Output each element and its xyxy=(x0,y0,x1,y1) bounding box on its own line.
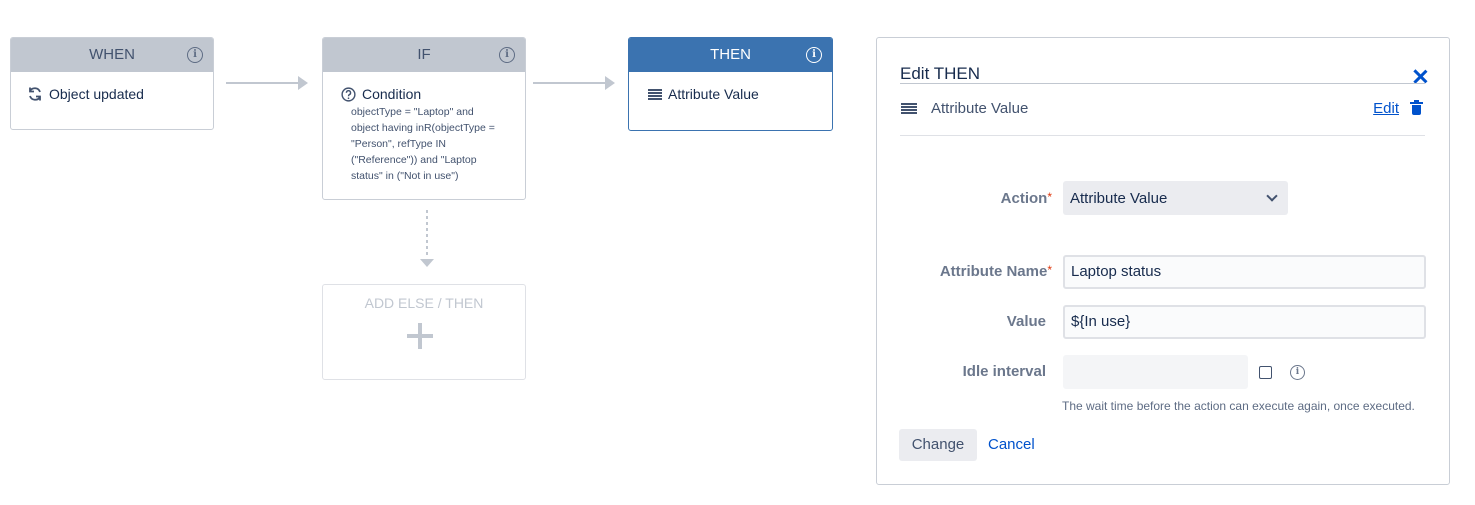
else-connector-arrow xyxy=(420,210,434,267)
action-select[interactable]: Attribute Value xyxy=(1063,181,1288,215)
then-card[interactable]: THEN i Attribute Value xyxy=(628,37,833,131)
condition-text: objectType = "Laptop" and object having … xyxy=(323,102,525,184)
arrow-when-to-if xyxy=(226,76,308,90)
idle-interval-input[interactable] xyxy=(1063,355,1248,389)
change-button[interactable]: Change xyxy=(899,429,977,461)
list-icon xyxy=(648,88,662,100)
condition-line: object having inR(objectType = xyxy=(351,122,495,134)
when-trigger-label: Object updated xyxy=(49,86,144,102)
add-else-label: ADD ELSE / THEN xyxy=(364,295,484,311)
condition-line: objectType = "Laptop" and xyxy=(351,106,474,118)
edit-then-panel: Edit THEN Attribute Value Edit Action* A… xyxy=(876,37,1450,485)
then-action-label: Attribute Value xyxy=(668,86,759,102)
trash-icon[interactable] xyxy=(1410,100,1423,116)
if-condition-row[interactable]: Condition xyxy=(323,72,525,102)
info-icon[interactable]: i xyxy=(1290,365,1305,380)
cancel-button[interactable]: Cancel xyxy=(988,436,1035,453)
section-divider xyxy=(900,135,1425,136)
attribute-name-label: Attribute Name* xyxy=(939,263,1052,280)
list-icon xyxy=(901,102,917,115)
panel-title: Edit THEN xyxy=(900,64,980,83)
then-card-header: THEN i xyxy=(629,38,832,72)
action-label: Action* xyxy=(1000,190,1052,207)
selected-action-row: Attribute Value xyxy=(901,100,1028,117)
refresh-icon xyxy=(29,87,41,101)
value-input[interactable]: ${In use} xyxy=(1063,305,1426,339)
when-card[interactable]: WHEN i Object updated xyxy=(10,37,214,130)
info-icon[interactable]: i xyxy=(499,47,515,63)
value-label: Value xyxy=(1006,313,1046,330)
condition-line: ("Reference")) and "Laptop xyxy=(351,154,477,166)
condition-line: status" in ("Not in use") xyxy=(351,170,459,182)
info-icon[interactable]: i xyxy=(806,47,822,63)
question-circle-icon xyxy=(341,86,356,102)
edit-link[interactable]: Edit xyxy=(1373,100,1399,117)
then-action-row[interactable]: Attribute Value xyxy=(629,72,832,102)
when-title: WHEN xyxy=(89,46,135,63)
add-else-card[interactable]: ADD ELSE / THEN xyxy=(322,284,526,380)
attribute-name-input[interactable]: Laptop status xyxy=(1063,255,1426,289)
action-select-value: Attribute Value xyxy=(1070,190,1168,207)
if-condition-label: Condition xyxy=(362,86,422,102)
if-card[interactable]: IF i Condition objectType = "Laptop" and… xyxy=(322,37,526,200)
chevron-down-icon xyxy=(1266,190,1278,202)
when-trigger-row[interactable]: Object updated xyxy=(11,72,213,102)
if-title: IF xyxy=(417,46,431,63)
idle-interval-helper: The wait time before the action can exec… xyxy=(1062,399,1415,413)
close-icon[interactable] xyxy=(1413,69,1427,83)
arrow-if-to-then xyxy=(533,76,615,90)
info-icon[interactable]: i xyxy=(187,47,203,63)
title-divider xyxy=(900,83,1425,84)
if-card-header: IF i xyxy=(323,38,525,72)
condition-line: "Person", refType IN xyxy=(351,138,446,150)
plus-icon[interactable] xyxy=(407,323,433,349)
idle-interval-label: Idle interval xyxy=(962,363,1046,380)
selected-action-label: Attribute Value xyxy=(931,100,1029,117)
then-title: THEN xyxy=(710,46,751,63)
when-card-header: WHEN i xyxy=(11,38,213,72)
idle-interval-checkbox[interactable] xyxy=(1259,366,1272,379)
